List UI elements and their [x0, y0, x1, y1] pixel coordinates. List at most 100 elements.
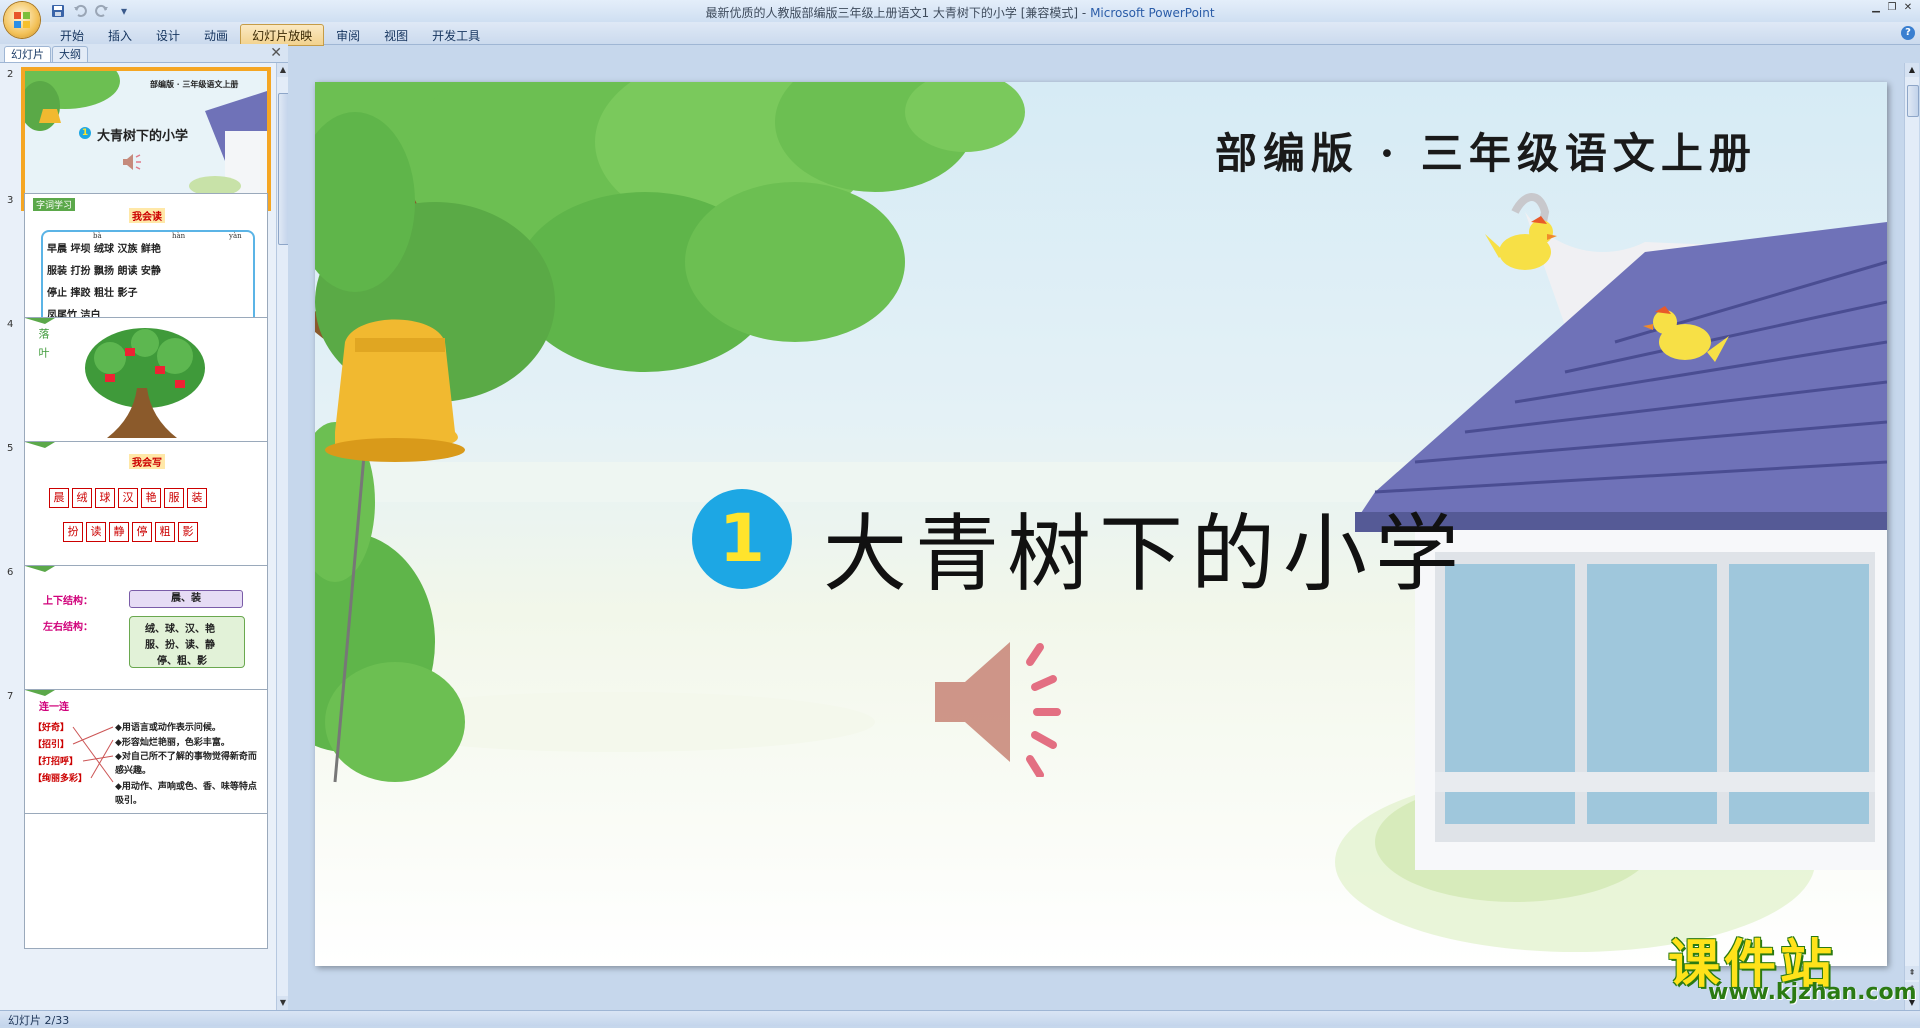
tab-animations[interactable]: 动画 [192, 24, 240, 46]
close-pane-icon[interactable]: ✕ [270, 45, 282, 61]
thumbnail-row-4: 4 落叶 [0, 317, 276, 457]
match-right-item: ◆用语言或动作表示问候。 [115, 723, 221, 733]
current-slide[interactable]: 部编版 · 三年级语文上册 1 大青树下的小学 [315, 82, 1887, 966]
slides-pane-header: 幻灯片 大纲 ✕ [0, 44, 288, 63]
speaker-icon [123, 154, 141, 170]
minimize-icon[interactable]: ▁ [1868, 0, 1884, 14]
office-button[interactable] [4, 2, 40, 38]
tab-slide-show[interactable]: 幻灯片放映 [240, 24, 325, 46]
thumbnail-slide-3[interactable]: 字词学习 我会读 hàn bà yàn 早晨 坪坝 绒球 汉族 鲜艳 服装 打扮… [24, 193, 268, 329]
thumbnail-slide-2[interactable]: 部编版 · 三年级语文上册 1 大青树下的小学 [21, 67, 271, 211]
char-box: 扮 [63, 522, 83, 542]
thumbnail-side-label: 落叶 [37, 328, 50, 366]
word-line: 停止 摔跤 粗壮 影子 [47, 288, 138, 299]
match-right-item: ◆形容灿烂艳丽，色彩丰富。 [115, 738, 230, 748]
char-row-2: 扮 读 静 停 粗 影 [63, 522, 198, 542]
char-box: 静 [109, 522, 129, 542]
structure-value-line: 绒、球、汉、艳 [145, 624, 215, 635]
lesson-number-badge: 1 [692, 489, 792, 589]
speaker-icon[interactable] [925, 627, 1075, 777]
thumbnail-slide-5[interactable]: 我会写 晨 绒 球 汉 艳 服 装 扮 读 静 停 粗 影 [24, 441, 268, 577]
match-left-item: 【好奇】 [33, 723, 70, 733]
pinyin: yàn [229, 232, 242, 240]
char-box: 汉 [118, 488, 138, 508]
thumbnail-row-6: 6 上下结构： 晨、装 左右结构： 绒、球、汉、艳 服、扮、读、静 停、粗、影 [0, 565, 276, 705]
help-icon[interactable]: ? [1901, 26, 1915, 40]
char-box: 影 [178, 522, 198, 542]
thumbnail-tree-art [25, 318, 267, 452]
match-left-item: 【打招呼】 [33, 757, 79, 767]
window-controls: ▁ ❐ ✕ [1868, 0, 1916, 14]
watermark-url: www.kjzhan.com [1708, 980, 1917, 1005]
close-icon[interactable]: ✕ [1900, 0, 1916, 14]
thumbnail-leaf-art [25, 566, 55, 572]
slide-number: 7 [7, 691, 14, 702]
scroll-thumb[interactable] [1907, 85, 1919, 117]
tab-home[interactable]: 开始 [48, 24, 96, 46]
slide-number: 5 [7, 443, 14, 454]
char-box: 服 [164, 488, 184, 508]
match-left-item: 【招引】 [33, 740, 70, 750]
word-line: 服装 打扮 飘扬 朗读 安静 [47, 266, 161, 277]
char-box: 粗 [155, 522, 175, 542]
thumbnail-row-8 [0, 813, 276, 949]
scroll-up-icon[interactable]: ▲ [1905, 63, 1919, 77]
slide-publisher-heading: 部编版 · 三年级语文上册 [1215, 129, 1757, 178]
structure-label: 上下结构： [43, 596, 93, 607]
slide-number: 3 [7, 195, 14, 206]
slide-number: 6 [7, 567, 14, 578]
thumbnail-title: 大青树下的小学 [97, 129, 189, 144]
thumbnail-leaf-art [25, 442, 55, 448]
window-title: 最新优质的人教版部编版三年级上册语文1 大青树下的小学 [兼容模式] - Mic… [705, 6, 1215, 20]
status-bar: 幻灯片 2/33 [0, 1010, 1920, 1027]
tab-developer[interactable]: 开发工具 [420, 24, 492, 46]
char-box: 球 [95, 488, 115, 508]
thumbnail-tag: 我会读 [129, 208, 165, 223]
pinyin: bà [93, 232, 102, 240]
structure-label: 左右结构： [43, 622, 93, 633]
tab-insert[interactable]: 插入 [96, 24, 144, 46]
slides-thumbnail-pane: 2 部编版 · 三年级语文上册 1 大青树下的小学 3 字词学习 我会读 hàn [0, 63, 276, 1010]
app-name: Microsoft PowerPoint [1090, 6, 1215, 20]
tab-review[interactable]: 审阅 [324, 24, 372, 46]
char-box: 艳 [141, 488, 161, 508]
char-box: 读 [86, 522, 106, 542]
ribbon: 开始 插入 设计 动画 幻灯片放映 审阅 视图 开发工具 ? [0, 22, 1920, 46]
thumbnail-header: 部编版 · 三年级语文上册 [150, 79, 239, 89]
match-right-item: ◆对自己所不了解的事物觉得新奇而感兴趣。 [115, 752, 257, 776]
structure-value-line: 服、扮、读、静 [145, 640, 215, 651]
slide-counter: 幻灯片 2/33 [8, 1014, 70, 1027]
restore-icon[interactable]: ❐ [1884, 0, 1900, 14]
thumbnail-slide-7[interactable]: 连一连 【好奇】 【招引】 【打招呼】 【绚丽多彩】 ◆用语言或动作表示问候。 … [24, 689, 268, 825]
tab-view[interactable]: 视图 [372, 24, 420, 46]
slide-number: 2 [7, 69, 14, 80]
tab-design[interactable]: 设计 [144, 24, 192, 46]
thumbnail-header: 连一连 [39, 702, 69, 713]
tab-slides[interactable]: 幻灯片 [4, 46, 51, 62]
pinyin: hàn [172, 232, 186, 240]
tab-outline[interactable]: 大纲 [52, 46, 88, 62]
thumbnail-slide-4[interactable]: 落叶 [24, 317, 268, 453]
editor-scrollbar[interactable]: ▲ ⇞ ⇟ ▼ [1904, 63, 1919, 1010]
slide-title: 大青树下的小学 [823, 505, 1468, 603]
thumbnail-slide-8[interactable] [24, 813, 268, 949]
match-right-item: ◆用动作、声响或色、香、味等特点吸引。 [115, 782, 257, 806]
thumbnail-slide-6[interactable]: 上下结构： 晨、装 左右结构： 绒、球、汉、艳 服、扮、读、静 停、粗、影 [24, 565, 268, 701]
structure-value-line: 停、粗、影 [157, 656, 207, 667]
thumbnail-row-7: 7 连一连 【好奇】 【招引】 【打招呼】 【绚丽多彩】 ◆用语言或动作表示问候… [0, 689, 276, 829]
thumbnail-row-3: 3 字词学习 我会读 hàn bà yàn 早晨 坪坝 绒球 汉族 鲜艳 服装 … [0, 193, 276, 333]
thumbnail-row-5: 5 我会写 晨 绒 球 汉 艳 服 装 扮 读 静 停 粗 影 [0, 441, 276, 581]
thumbnail-lesson-number: 1 [79, 127, 91, 139]
char-box: 停 [132, 522, 152, 542]
title-bar: ▾ 最新优质的人教版部编版三年级上册语文1 大青树下的小学 [兼容模式] - M… [0, 0, 1920, 22]
structure-value: 晨、装 [129, 590, 243, 608]
char-row-1: 晨 绒 球 汉 艳 服 装 [49, 488, 207, 508]
thumbnail-header: 字词学习 [33, 198, 76, 211]
slide-number: 4 [7, 319, 14, 330]
word-line: 早晨 坪坝 绒球 汉族 鲜艳 [47, 244, 161, 255]
site-watermark: 课件站 www.kjzhan.com [1668, 922, 1917, 1008]
office-logo-icon [14, 12, 30, 28]
document-title: 最新优质的人教版部编版三年级上册语文1 大青树下的小学 [兼容模式] [705, 6, 1079, 20]
match-left-item: 【绚丽多彩】 [33, 774, 88, 784]
thumbnail-tag: 我会写 [129, 454, 165, 469]
